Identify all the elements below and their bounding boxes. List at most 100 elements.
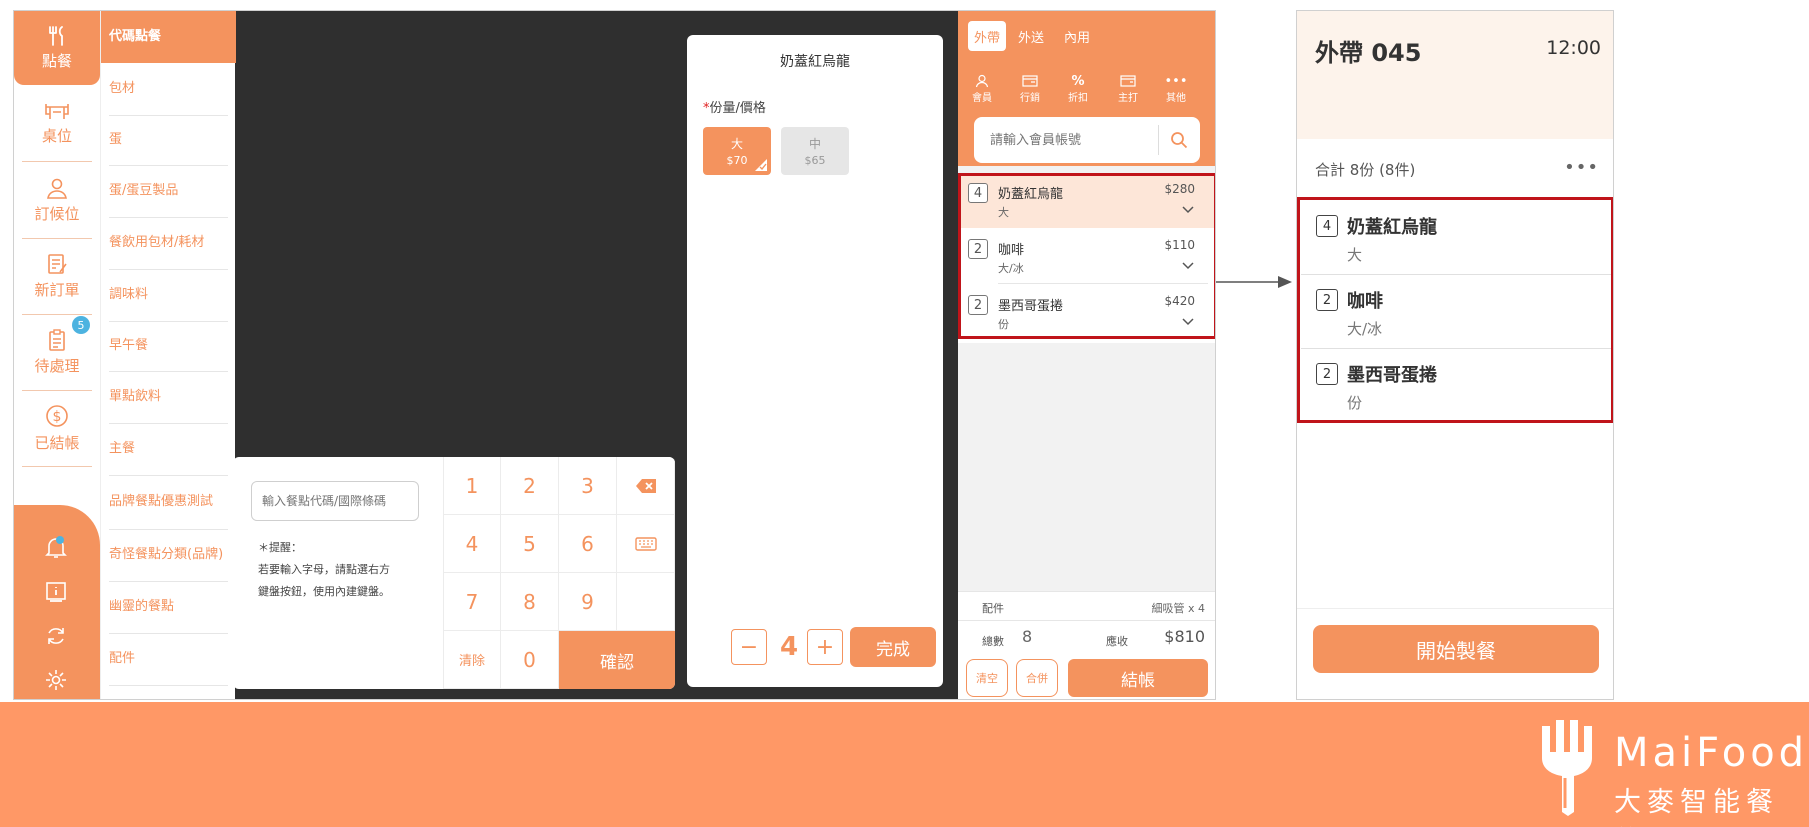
gear-icon[interactable] <box>36 665 76 695</box>
search-icon <box>1171 132 1188 149</box>
total-count: 8 <box>1022 627 1033 646</box>
key-2[interactable]: 2 <box>501 457 559 515</box>
highlight-box <box>958 173 1215 339</box>
checkout-button[interactable]: 結帳 <box>1068 659 1208 697</box>
category-item[interactable]: 奇怪餐點分類(品牌) <box>101 529 236 581</box>
marketing-icon <box>1022 75 1038 87</box>
tool-discount[interactable]: % 折扣 <box>1058 73 1098 105</box>
tool-featured[interactable]: 主打 <box>1108 73 1148 104</box>
key-4[interactable]: 4 <box>443 515 501 573</box>
category-item[interactable]: 早午餐 <box>101 321 236 371</box>
amount-due: $810 <box>1164 627 1205 646</box>
brand-name-zh: 大麥智能餐飲 <box>1614 787 1779 827</box>
nav-item-reservations[interactable]: 訂候位 <box>14 163 100 237</box>
nav-item-tables[interactable]: 桌位 <box>14 87 100 161</box>
tab-delivery[interactable]: 外送 <box>1012 21 1050 51</box>
merge-order-button[interactable]: 合併 <box>1016 659 1058 697</box>
tool-more[interactable]: ••• 其他 <box>1156 73 1196 105</box>
member-search-button[interactable] <box>1166 127 1192 153</box>
option-name: 中 <box>808 137 821 151</box>
nav-bottom-panel <box>14 505 100 699</box>
category-item[interactable]: 單點飲料 <box>101 371 236 423</box>
category-item[interactable]: 幽靈的餐點 <box>101 581 236 633</box>
wallet-icon <box>1120 75 1136 87</box>
member-search-box <box>974 117 1200 163</box>
order-panel: 外帶 外送 內用 會員 行銷 % 折扣 主打 ••• 其他 請輸入會員帳號 4 … <box>958 11 1215 699</box>
utensils-icon <box>49 25 63 46</box>
portion-label-text: 份量/價格 <box>709 101 766 116</box>
portion-option-medium[interactable]: 中 $65 <box>781 127 849 175</box>
nav-item-order[interactable]: 點餐 <box>14 11 100 85</box>
info-icon[interactable] <box>36 577 76 607</box>
code-entry-panel: ＊提醒： 若要輸入字母，請點選右方 鍵盤按鈕，使用內建鍵盤。 1 2 3 4 5… <box>233 457 675 689</box>
category-item[interactable]: 餐飲用包材/耗材 <box>101 217 236 269</box>
item-code-input[interactable] <box>251 481 419 521</box>
nav-label: 桌位 <box>41 126 72 145</box>
portion-option-large[interactable]: 大 $70 <box>703 127 771 175</box>
start-preparing-button[interactable]: 開始製餐 <box>1313 625 1599 673</box>
keyboard-hint: ＊提醒： 若要輸入字母，請點選右方 鍵盤按鈕，使用內建鍵盤。 <box>258 537 408 603</box>
key-0[interactable]: 0 <box>501 631 559 689</box>
key-7[interactable]: 7 <box>443 573 501 631</box>
nav-item-new-order[interactable]: 新訂單 <box>14 239 100 313</box>
quantity-value: 4 <box>779 632 799 662</box>
svg-text:$: $ <box>53 409 62 425</box>
tool-label: 主打 <box>1118 93 1138 104</box>
order-header: 外帶 外送 內用 會員 行銷 % 折扣 主打 ••• 其他 請輸入會員帳號 <box>958 11 1215 166</box>
category-item[interactable]: 品牌餐點優惠測試 <box>101 475 236 529</box>
nav-item-paid[interactable]: $ 已結帳 <box>14 391 100 465</box>
key-5[interactable]: 5 <box>501 515 559 573</box>
numeric-keypad: 1 2 3 4 5 6 7 8 9 清除 0 確認 <box>443 457 675 689</box>
decrease-qty-button[interactable]: − <box>731 629 767 665</box>
member-account-input[interactable] <box>974 117 1158 163</box>
confirm-button[interactable]: 確認 <box>559 631 675 689</box>
backspace-icon <box>635 478 656 493</box>
ticket-title: 外帶 045 <box>1315 39 1422 67</box>
empty-key <box>617 573 675 631</box>
item-title: 奶蓋紅烏龍 <box>780 54 850 70</box>
hint-line: 鍵盤按鈕，使用內建鍵盤。 <box>258 585 390 598</box>
ticket-time: 12:00 <box>1546 37 1601 59</box>
clear-order-button[interactable]: 清空 <box>966 659 1008 697</box>
key-3[interactable]: 3 <box>559 457 617 515</box>
key-1[interactable]: 1 <box>443 457 501 515</box>
item-detail-panel: 奶蓋紅烏龍 *份量/價格 大 $70 中 $65 − 4 + 完成 <box>687 35 943 687</box>
total-count-label: 總數 <box>982 635 1004 648</box>
bell-icon[interactable] <box>36 533 76 563</box>
percent-icon: % <box>1071 73 1085 89</box>
nav-divider <box>22 466 92 467</box>
nav-label: 已結帳 <box>34 433 80 452</box>
category-item[interactable]: 蛋 <box>101 115 236 165</box>
accessory-row: 配件 細吸管 x 4 <box>958 591 1215 621</box>
option-price: $70 <box>726 154 748 167</box>
refresh-icon[interactable] <box>36 621 76 651</box>
kitchen-ticket: 外帶 045 12:00 合計 8份 (8件) ••• 4 奶蓋紅烏龍 大 2 … <box>1296 10 1614 700</box>
tool-marketing[interactable]: 行銷 <box>1010 73 1050 104</box>
backspace-button[interactable] <box>617 457 675 515</box>
tab-takeout[interactable]: 外帶 <box>968 21 1007 51</box>
key-9[interactable]: 9 <box>559 573 617 631</box>
brand-footer: MaiFood 大麥智能餐飲 <box>0 702 1809 827</box>
clipboard-icon <box>49 328 65 351</box>
main-nav: 點餐 桌位 訂候位 新訂單 待處理 5 $ 已結帳 <box>14 11 100 699</box>
increase-qty-button[interactable]: + <box>807 629 843 665</box>
category-item[interactable]: 調味料 <box>101 269 236 321</box>
tab-dine-in[interactable]: 內用 <box>1058 21 1096 51</box>
category-item[interactable]: 代碼點餐 <box>101 11 236 63</box>
category-item[interactable]: 主餐 <box>101 423 236 475</box>
clear-key[interactable]: 清除 <box>443 631 501 689</box>
done-button[interactable]: 完成 <box>850 627 936 667</box>
category-item[interactable]: 配件 <box>101 633 236 685</box>
category-item[interactable]: 包材 <box>101 63 236 115</box>
portion-label: *份量/價格 <box>703 97 766 116</box>
more-options-icon[interactable]: ••• <box>1564 157 1599 178</box>
new-order-icon <box>48 253 67 274</box>
key-6[interactable]: 6 <box>559 515 617 573</box>
pending-count-badge: 5 <box>72 316 90 334</box>
ticket-summary: 合計 8份 (8件) <box>1315 161 1416 179</box>
key-8[interactable]: 8 <box>501 573 559 631</box>
category-item[interactable]: 蛋/蛋豆製品 <box>101 165 236 217</box>
tool-member[interactable]: 會員 <box>962 73 1002 104</box>
keyboard-button[interactable] <box>617 515 675 573</box>
tool-label: 其他 <box>1166 93 1186 104</box>
